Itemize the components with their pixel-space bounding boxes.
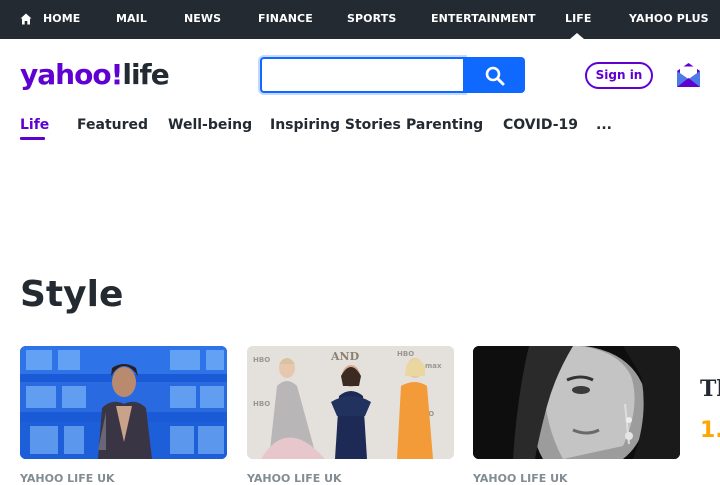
side-module-rank-number: 1. (700, 418, 720, 443)
topnav-home[interactable]: HOME (43, 0, 80, 39)
svg-text:HBO: HBO (253, 400, 270, 408)
sign-in-button[interactable]: Sign in (585, 62, 653, 89)
page-title: Style (20, 274, 124, 315)
subnav-featured[interactable]: Featured (77, 117, 148, 133)
article-image-1[interactable] (20, 346, 227, 459)
svg-text:HBO: HBO (397, 350, 414, 358)
topnav-mail[interactable]: MAIL (116, 0, 147, 39)
subnav-parenting[interactable]: Parenting (406, 117, 483, 133)
article-photo-1 (20, 346, 227, 459)
top-navigation-bar: HOME MAIL NEWS FINANCE SPORTS ENTERTAINM… (0, 0, 720, 39)
svg-text:HBO: HBO (253, 356, 270, 364)
search-input[interactable] (260, 57, 465, 93)
article-photo-3 (473, 346, 680, 459)
topnav-entertainment[interactable]: ENTERTAINMENT (431, 0, 536, 39)
svg-text:max: max (425, 362, 442, 370)
subnav-well-being[interactable]: Well-being (168, 117, 252, 133)
active-subnav-underline (20, 137, 45, 140)
subnav-more[interactable]: ... (596, 117, 612, 133)
article-source-2: YAHOO LIFE UK (247, 472, 342, 485)
article-image-2[interactable]: HBOHBOmax HBOHBO AND (247, 346, 454, 459)
topnav-yahoo-plus[interactable]: YAHOO PLUS (629, 0, 709, 39)
article-image-3[interactable] (473, 346, 680, 459)
home-icon (20, 13, 32, 25)
topnav-finance[interactable]: FINANCE (258, 0, 313, 39)
subnav-covid-19[interactable]: COVID-19 (503, 117, 578, 133)
topnav-sports[interactable]: SPORTS (347, 0, 396, 39)
logo-bang-text: ! (110, 58, 124, 91)
search-button[interactable] (464, 57, 525, 93)
article-source-3: YAHOO LIFE UK (473, 472, 568, 485)
subnav-life[interactable]: Life (20, 117, 49, 133)
subnav-inspiring-stories[interactable]: Inspiring Stories (270, 117, 401, 133)
svg-text:AND: AND (330, 350, 360, 363)
logo-life-text: life (122, 58, 169, 91)
topnav-news[interactable]: NEWS (184, 0, 221, 39)
mail-icon[interactable] (676, 62, 701, 88)
article-source-1: YAHOO LIFE UK (20, 472, 115, 485)
active-tab-indicator (570, 33, 584, 39)
yahoo-life-logo[interactable]: yahoo!life (20, 58, 170, 98)
logo-yahoo-text: yahoo (20, 58, 112, 91)
search-icon (485, 66, 505, 86)
article-photo-2: HBOHBOmax HBOHBO AND (247, 346, 454, 459)
side-module-heading: Th (700, 376, 720, 402)
